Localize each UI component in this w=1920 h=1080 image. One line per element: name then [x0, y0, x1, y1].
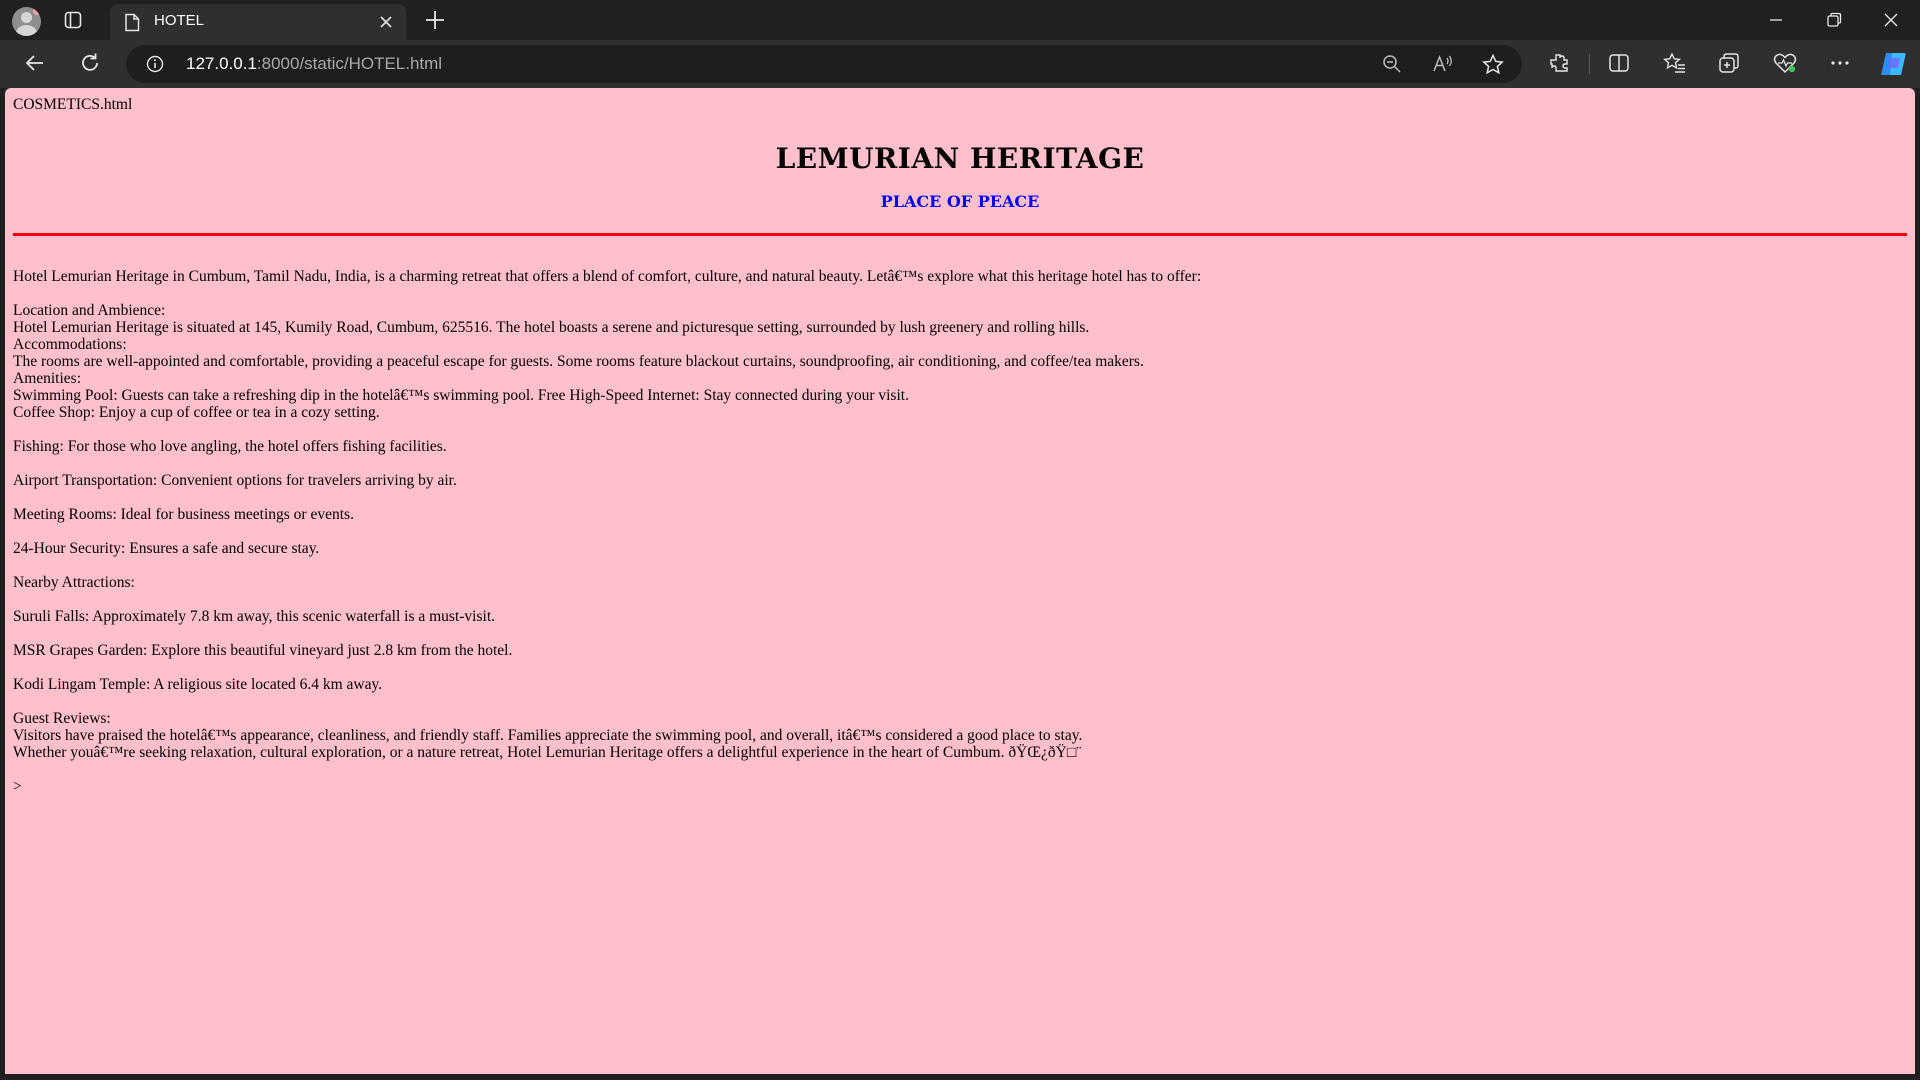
amenity-pool: Swimming Pool: Guests can take a refresh…	[13, 387, 909, 404]
amenity-airport: Airport Transportation: Convenient optio…	[13, 472, 457, 489]
collections-icon[interactable]	[1718, 52, 1740, 74]
amenity-fishing: Fishing: For those who love angling, the…	[13, 438, 447, 455]
location-heading: Location and Ambience:	[13, 302, 166, 319]
close-icon[interactable]	[378, 14, 394, 30]
accommodations-heading: Accommodations:	[13, 336, 127, 353]
tab-strip: HOTEL	[0, 0, 1920, 40]
reviews-text: Visitors have praised the hotelâ€™s appe…	[13, 727, 1083, 744]
favorites-icon[interactable]	[1663, 52, 1687, 74]
amenity-meeting: Meeting Rooms: Ideal for business meetin…	[13, 506, 354, 523]
reviews-heading: Guest Reviews:	[13, 710, 111, 727]
copilot-icon[interactable]	[1878, 50, 1908, 78]
browser-essentials-icon[interactable]	[1773, 52, 1797, 74]
amenities-heading: Amenities:	[13, 370, 82, 387]
url-host: 127.0.0.1	[186, 54, 257, 73]
back-icon[interactable]	[24, 52, 46, 74]
workspaces-icon[interactable]	[64, 11, 82, 29]
nearby-msr: MSR Grapes Garden: Explore this beautifu…	[13, 642, 513, 659]
info-icon[interactable]	[146, 55, 164, 73]
toolbar-separator	[1589, 54, 1590, 74]
window-close-icon[interactable]	[1881, 10, 1901, 30]
split-screen-icon[interactable]	[1608, 52, 1630, 74]
intro-paragraph: Hotel Lemurian Heritage in Cumbum, Tamil…	[13, 268, 1202, 285]
page-viewport: COSMETICS.html LEMURIAN HERITAGE PLACE O…	[5, 88, 1915, 1074]
url-text[interactable]: 127.0.0.1:8000/static/HOTEL.html	[186, 54, 442, 74]
tab-hotel[interactable]: HOTEL	[110, 4, 406, 40]
hotel-description: Hotel Lemurian Heritage in Cumbum, Tamil…	[13, 268, 1907, 795]
closing-text: Whether youâ€™re seeking relaxation, cul…	[13, 744, 1082, 761]
nearby-suruli: Suruli Falls: Approximately 7.8 km away,…	[13, 608, 496, 625]
tab-title: HOTEL	[154, 12, 205, 29]
page-title: LEMURIAN HERITAGE	[775, 142, 1145, 175]
new-tab-icon[interactable]	[424, 9, 446, 31]
refresh-icon[interactable]	[79, 52, 101, 74]
stray-character: >	[13, 778, 22, 795]
amenity-security: 24-Hour Security: Ensures a safe and sec…	[13, 540, 320, 557]
red-divider	[13, 233, 1907, 236]
url-path: :8000/static/HOTEL.html	[256, 54, 443, 73]
page-subtitle: PLACE OF PEACE	[880, 192, 1040, 211]
document-icon	[125, 13, 140, 32]
extensions-icon[interactable]	[1548, 52, 1570, 74]
profile-icon[interactable]	[12, 7, 41, 36]
zoom-out-icon[interactable]	[1382, 54, 1402, 74]
accommodations-text: The rooms are well-appointed and comfort…	[13, 353, 1144, 370]
read-aloud-icon[interactable]	[1432, 54, 1454, 74]
minimize-icon[interactable]	[1766, 10, 1786, 30]
cosmetics-link[interactable]: COSMETICS.html	[13, 96, 1907, 114]
address-toolbar: 127.0.0.1:8000/static/HOTEL.html	[0, 40, 1920, 88]
more-icon[interactable]	[1829, 52, 1851, 74]
restore-icon[interactable]	[1824, 10, 1844, 30]
page-content: COSMETICS.html LEMURIAN HERITAGE PLACE O…	[5, 88, 1915, 803]
nearby-heading: Nearby Attractions:	[13, 574, 135, 591]
location-text: Hotel Lemurian Heritage is situated at 1…	[13, 319, 1090, 336]
amenity-coffee: Coffee Shop: Enjoy a cup of coffee or te…	[13, 404, 380, 421]
nearby-kodi: Kodi Lingam Temple: A religious site loc…	[13, 676, 383, 693]
address-bar[interactable]: 127.0.0.1:8000/static/HOTEL.html	[126, 45, 1522, 83]
favorite-star-icon[interactable]	[1482, 54, 1504, 75]
